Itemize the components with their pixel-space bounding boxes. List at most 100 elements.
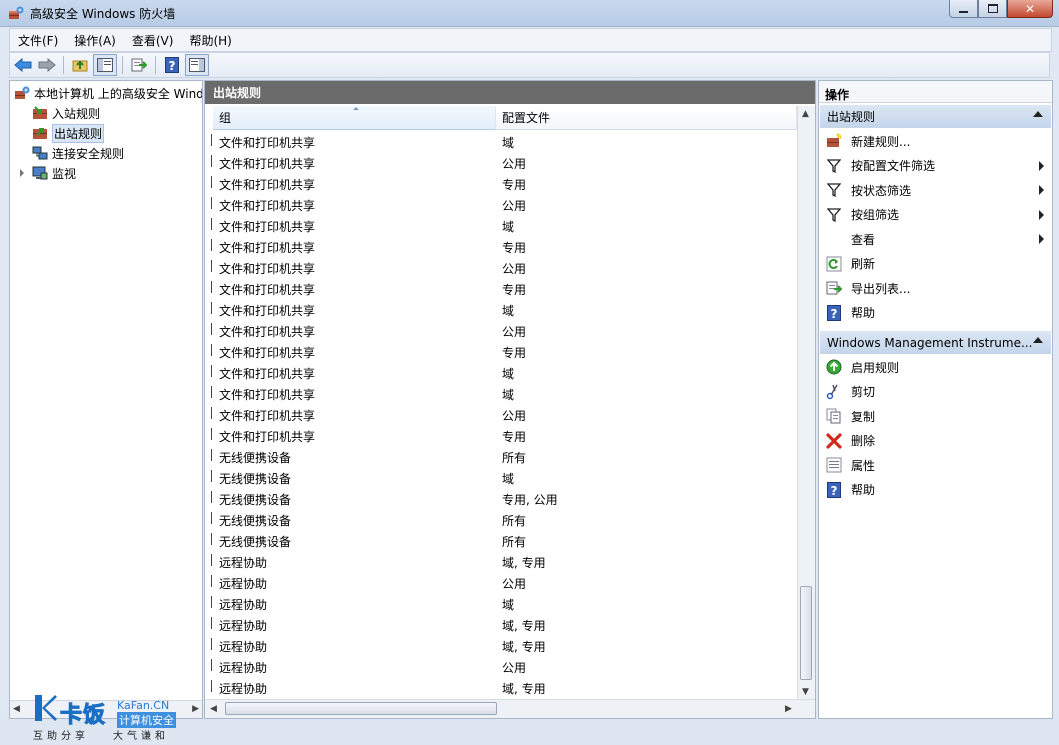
- export-list-button[interactable]: [128, 55, 150, 75]
- action-item[interactable]: ? 帮助: [819, 478, 1052, 502]
- back-arrow-icon: [14, 58, 32, 72]
- sort-ascending-icon: [353, 107, 359, 110]
- maximize-button[interactable]: [978, 0, 1007, 18]
- row-marker: [211, 344, 214, 356]
- table-row[interactable]: 远程协助 公用: [205, 656, 797, 677]
- toolbar: ?: [9, 52, 1050, 78]
- table-row[interactable]: 无线便携设备 域: [205, 467, 797, 488]
- table-row[interactable]: 文件和打印机共享 公用: [205, 194, 797, 215]
- show-hide-tree-button[interactable]: [93, 54, 117, 76]
- row-marker: [211, 239, 214, 251]
- section-outbound-rules[interactable]: 出站规则: [820, 105, 1051, 128]
- action-item[interactable]: 刷新: [819, 252, 1052, 276]
- expand-arrow-icon[interactable]: [20, 169, 24, 177]
- filter-icon: [826, 158, 842, 174]
- tree-item-outbound-rules[interactable]: 出站规则: [32, 123, 105, 143]
- scroll-left-icon[interactable]: ◀: [13, 704, 20, 714]
- action-item[interactable]: 复制: [819, 404, 1052, 428]
- table-row[interactable]: 文件和打印机共享 公用: [205, 257, 797, 278]
- tree-item-inbound-rules[interactable]: 入站规则: [32, 103, 100, 123]
- tree-item-monitoring[interactable]: 监视: [20, 163, 76, 183]
- section-selected-rule[interactable]: Windows Management Instrume...: [820, 331, 1051, 354]
- tree-root[interactable]: 本地计算机 上的高级安全 Windows 防火墙: [14, 83, 202, 103]
- table-row[interactable]: 文件和打印机共享 域: [205, 215, 797, 236]
- table-row[interactable]: 远程协助 域, 专用: [205, 635, 797, 656]
- table-row[interactable]: 无线便携设备 所有: [205, 530, 797, 551]
- scroll-left-icon[interactable]: ◀: [210, 704, 217, 714]
- cell-group: 无线便携设备: [219, 535, 292, 549]
- table-row[interactable]: 远程协助 域, 专用: [205, 677, 797, 698]
- rules-horizontal-scrollbar[interactable]: ◀ ▶: [205, 699, 815, 718]
- action-item[interactable]: 删除: [819, 429, 1052, 453]
- column-header-group[interactable]: 组: [213, 106, 496, 130]
- table-row[interactable]: 文件和打印机共享 域: [205, 362, 797, 383]
- action-item[interactable]: 启用规则: [819, 355, 1052, 379]
- table-row[interactable]: 远程协助 域, 专用: [205, 551, 797, 572]
- scroll-down-icon[interactable]: ▼: [802, 687, 809, 697]
- table-row[interactable]: 无线便携设备 所有: [205, 446, 797, 467]
- action-item[interactable]: 剪切: [819, 380, 1052, 404]
- menu-action[interactable]: 操作(A): [66, 32, 124, 49]
- table-row[interactable]: 文件和打印机共享 专用: [205, 173, 797, 194]
- toolbar-separator: [63, 56, 64, 74]
- rules-vertical-scrollbar[interactable]: ▲ ▼: [797, 106, 815, 700]
- table-row[interactable]: 文件和打印机共享 专用: [205, 236, 797, 257]
- collapse-icon[interactable]: [1033, 111, 1043, 117]
- scroll-thumb[interactable]: [225, 702, 497, 715]
- help-button[interactable]: ?: [161, 55, 183, 75]
- action-item[interactable]: 新建规则...: [819, 129, 1052, 153]
- watermark-tagline: 计算机安全: [117, 712, 176, 728]
- table-row[interactable]: 无线便携设备 专用, 公用: [205, 488, 797, 509]
- action-item[interactable]: ? 帮助: [819, 301, 1052, 325]
- row-marker: [211, 365, 214, 377]
- cell-group: 远程协助: [219, 598, 268, 612]
- table-row[interactable]: 文件和打印机共享 公用: [205, 152, 797, 173]
- close-icon: ✕: [1024, 1, 1036, 16]
- scroll-right-icon[interactable]: ▶: [785, 704, 792, 714]
- action-item-label: 按组筛选: [851, 208, 900, 222]
- tree-item-connection-security-rules[interactable]: 连接安全规则: [32, 143, 124, 163]
- scroll-right-icon[interactable]: ▶: [192, 704, 199, 714]
- menu-view[interactable]: 查看(V): [124, 32, 182, 49]
- table-row[interactable]: 文件和打印机共享 域: [205, 383, 797, 404]
- menu-file[interactable]: 文件(F): [10, 32, 66, 49]
- action-item[interactable]: 属性: [819, 453, 1052, 477]
- row-marker: [211, 449, 214, 461]
- action-item-label: 查看: [851, 232, 876, 247]
- row-marker: [211, 575, 214, 587]
- close-button[interactable]: ✕: [1007, 0, 1053, 18]
- table-row[interactable]: 文件和打印机共享 公用: [205, 404, 797, 425]
- table-row[interactable]: 远程协助 域: [205, 593, 797, 614]
- minimize-button[interactable]: [949, 0, 978, 18]
- connection-security-icon: [32, 146, 48, 160]
- table-row[interactable]: 文件和打印机共享 公用: [205, 320, 797, 341]
- back-button[interactable]: [12, 55, 34, 75]
- row-marker: [211, 197, 214, 209]
- column-header-profile[interactable]: 配置文件: [496, 106, 797, 130]
- delete-icon: [826, 432, 842, 449]
- tree-item-label: 连接安全规则: [52, 146, 125, 161]
- action-item[interactable]: 按配置文件筛选: [819, 154, 1052, 178]
- collapse-icon[interactable]: [1033, 337, 1043, 343]
- table-row[interactable]: 文件和打印机共享 域: [205, 131, 797, 152]
- table-row[interactable]: 远程协助 域, 专用: [205, 614, 797, 635]
- show-hide-action-pane-button[interactable]: [185, 54, 209, 76]
- table-row[interactable]: 文件和打印机共享 域: [205, 299, 797, 320]
- up-folder-button[interactable]: [69, 55, 91, 75]
- scroll-up-icon[interactable]: ▲: [802, 109, 809, 119]
- cell-profile: 域, 专用: [502, 556, 546, 570]
- table-row[interactable]: 文件和打印机共享 专用: [205, 425, 797, 446]
- cell-group: 远程协助: [219, 577, 268, 591]
- table-row[interactable]: 文件和打印机共享 专用: [205, 341, 797, 362]
- action-item[interactable]: 查看: [819, 227, 1052, 251]
- action-item[interactable]: 导出列表...: [819, 276, 1052, 300]
- table-row[interactable]: 文件和打印机共享 专用: [205, 278, 797, 299]
- table-row[interactable]: 无线便携设备 所有: [205, 509, 797, 530]
- action-item[interactable]: 按状态筛选: [819, 178, 1052, 202]
- forward-button[interactable]: [36, 55, 58, 75]
- menu-help[interactable]: 帮助(H): [181, 32, 239, 49]
- scroll-thumb[interactable]: [800, 586, 812, 680]
- action-item[interactable]: 按组筛选: [819, 203, 1052, 227]
- table-row[interactable]: 远程协助 公用: [205, 572, 797, 593]
- action-item-label: 启用规则: [851, 360, 900, 375]
